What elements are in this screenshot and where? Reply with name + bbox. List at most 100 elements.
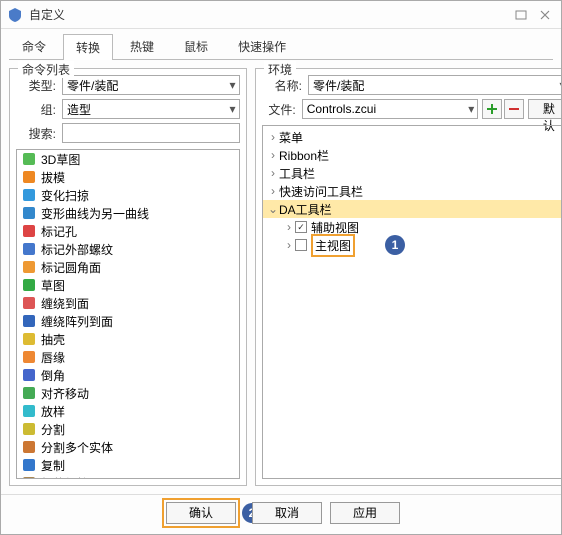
expander-icon[interactable]: › (267, 130, 279, 144)
list-item[interactable]: 放样 (17, 402, 239, 420)
tree-node-label: 工具栏 (279, 165, 315, 182)
command-listbox[interactable]: 3D草图拔模变化扫掠变形曲线为另一曲线标记孔标记外部螺纹标记圆角面草图缠绕到面缠… (16, 149, 240, 479)
lip-orange-icon (21, 349, 37, 365)
list-item-label: 3D草图 (41, 151, 80, 168)
list-item-label: 放样 (41, 403, 65, 420)
list-item[interactable]: 缠绕阵列到面 (17, 312, 239, 330)
list-item[interactable]: 拔模 (17, 168, 239, 186)
tree-node-label: Ribbon栏 (279, 147, 329, 164)
list-item-label: 拔模 (41, 169, 65, 186)
tree-node[interactable]: ›✓辅助视图 (263, 218, 561, 236)
list-item[interactable]: 变化扫掠 (17, 186, 239, 204)
list-item[interactable]: 3D草图 (17, 150, 239, 168)
add-button[interactable] (482, 99, 502, 119)
cube-green-icon (21, 151, 37, 167)
window-title: 自定义 (29, 6, 507, 23)
wrap-red-icon (21, 295, 37, 311)
file-select[interactable] (302, 99, 466, 119)
expander-icon[interactable]: › (267, 166, 279, 180)
ok-button[interactable]: 确认 (166, 502, 236, 524)
array-blue-icon (21, 313, 37, 329)
expander-icon[interactable]: › (283, 220, 295, 234)
list-item[interactable]: 分割多个实体 (17, 438, 239, 456)
tree-node[interactable]: ›快速访问工具栏 (263, 182, 561, 200)
type-dropdown-icon[interactable]: ▾ (226, 75, 240, 95)
list-item-label: 杆状扫掠 (41, 475, 89, 480)
list-item[interactable]: 标记圆角面 (17, 258, 239, 276)
default-button[interactable]: 默认 (528, 99, 561, 119)
name-select[interactable] (308, 75, 556, 95)
group-select[interactable] (62, 99, 226, 119)
expander-icon[interactable]: ⌄ (267, 202, 279, 216)
restore-button[interactable] (511, 7, 531, 23)
highlight-box: 主视图 (311, 234, 355, 257)
copy-blue-icon (21, 457, 37, 473)
tree-node[interactable]: ›Ribbon栏 (263, 146, 561, 164)
file-dropdown-icon[interactable]: ▾ (466, 99, 478, 119)
tab-convert[interactable]: 转换 (63, 34, 113, 60)
list-item[interactable]: 对齐移动 (17, 384, 239, 402)
list-item-label: 分割多个实体 (41, 439, 113, 456)
checkbox[interactable] (295, 239, 307, 251)
list-item-label: 缠绕到面 (41, 295, 89, 312)
environment-tree[interactable]: ›菜单›Ribbon栏›工具栏›快速访问工具栏⌄DA工具栏›✓辅助视图›主视图1 (262, 125, 561, 479)
list-item[interactable]: 抽壳 (17, 330, 239, 348)
list-item[interactable]: 杆状扫掠 (17, 474, 239, 479)
sweep-rod-icon (21, 475, 37, 479)
list-item[interactable]: 标记孔 (17, 222, 239, 240)
tab-quick[interactable]: 快速操作 (225, 33, 299, 59)
list-item-label: 唇缘 (41, 349, 65, 366)
list-item[interactable]: 变形曲线为另一曲线 (17, 204, 239, 222)
app-icon (7, 7, 23, 23)
flag-red-icon (21, 223, 37, 239)
tab-hotkey[interactable]: 热键 (117, 33, 167, 59)
titlebar: 自定义 (1, 1, 561, 29)
list-item[interactable]: 标记外部螺纹 (17, 240, 239, 258)
list-item-label: 倒角 (41, 367, 65, 384)
list-item-label: 抽壳 (41, 331, 65, 348)
shell-yellow-icon (21, 331, 37, 347)
multisplit-icon (21, 439, 37, 455)
tree-node[interactable]: ›工具栏 (263, 164, 561, 182)
list-item-label: 复制 (41, 457, 65, 474)
tree-node-label: DA工具栏 (279, 201, 332, 218)
name-dropdown-icon[interactable]: ▾ (556, 75, 561, 95)
list-item[interactable]: 分割 (17, 420, 239, 438)
cancel-button[interactable]: 取消 (252, 502, 322, 524)
tree-node[interactable]: ⌄DA工具栏 (263, 200, 561, 218)
chamfer-blue-icon (21, 367, 37, 383)
checkbox[interactable]: ✓ (295, 221, 307, 233)
remove-button[interactable] (504, 99, 524, 119)
expander-icon[interactable]: › (267, 148, 279, 162)
search-input[interactable] (62, 123, 240, 143)
list-item-label: 标记外部螺纹 (41, 241, 113, 258)
search-label: 搜索: (16, 125, 56, 142)
callout-1: 1 (385, 235, 405, 255)
list-item[interactable]: 缠绕到面 (17, 294, 239, 312)
tab-command[interactable]: 命令 (9, 33, 59, 59)
list-item-label: 变化扫掠 (41, 187, 89, 204)
list-item[interactable]: 草图 (17, 276, 239, 294)
list-item[interactable]: 唇缘 (17, 348, 239, 366)
tree-node[interactable]: › 主视图 1 (263, 236, 561, 254)
tree-node[interactable]: ›菜单 (263, 128, 561, 146)
apply-button[interactable]: 应用 (330, 502, 400, 524)
left-pane-title: 命令列表 (18, 61, 74, 78)
list-item[interactable]: 复制 (17, 456, 239, 474)
type-select[interactable] (62, 75, 226, 95)
ok-highlight: 确认 (162, 498, 240, 528)
tree-node-label: 菜单 (279, 129, 303, 146)
expander-icon[interactable]: › (283, 238, 295, 252)
footer: 确认 2 取消 应用 (1, 494, 561, 534)
expander-icon[interactable]: › (267, 184, 279, 198)
list-item[interactable]: 倒角 (17, 366, 239, 384)
list-item-label: 标记圆角面 (41, 259, 101, 276)
tab-mouse[interactable]: 鼠标 (171, 33, 221, 59)
group-dropdown-icon[interactable]: ▾ (226, 99, 240, 119)
thread-blue-icon (21, 241, 37, 257)
fillet-orange-icon (21, 259, 37, 275)
close-button[interactable] (535, 7, 555, 23)
tab-bar: 命令 转换 热键 鼠标 快速操作 (1, 29, 561, 59)
tree-node-label: 主视图 (315, 239, 351, 253)
name-label: 名称: (262, 77, 302, 94)
